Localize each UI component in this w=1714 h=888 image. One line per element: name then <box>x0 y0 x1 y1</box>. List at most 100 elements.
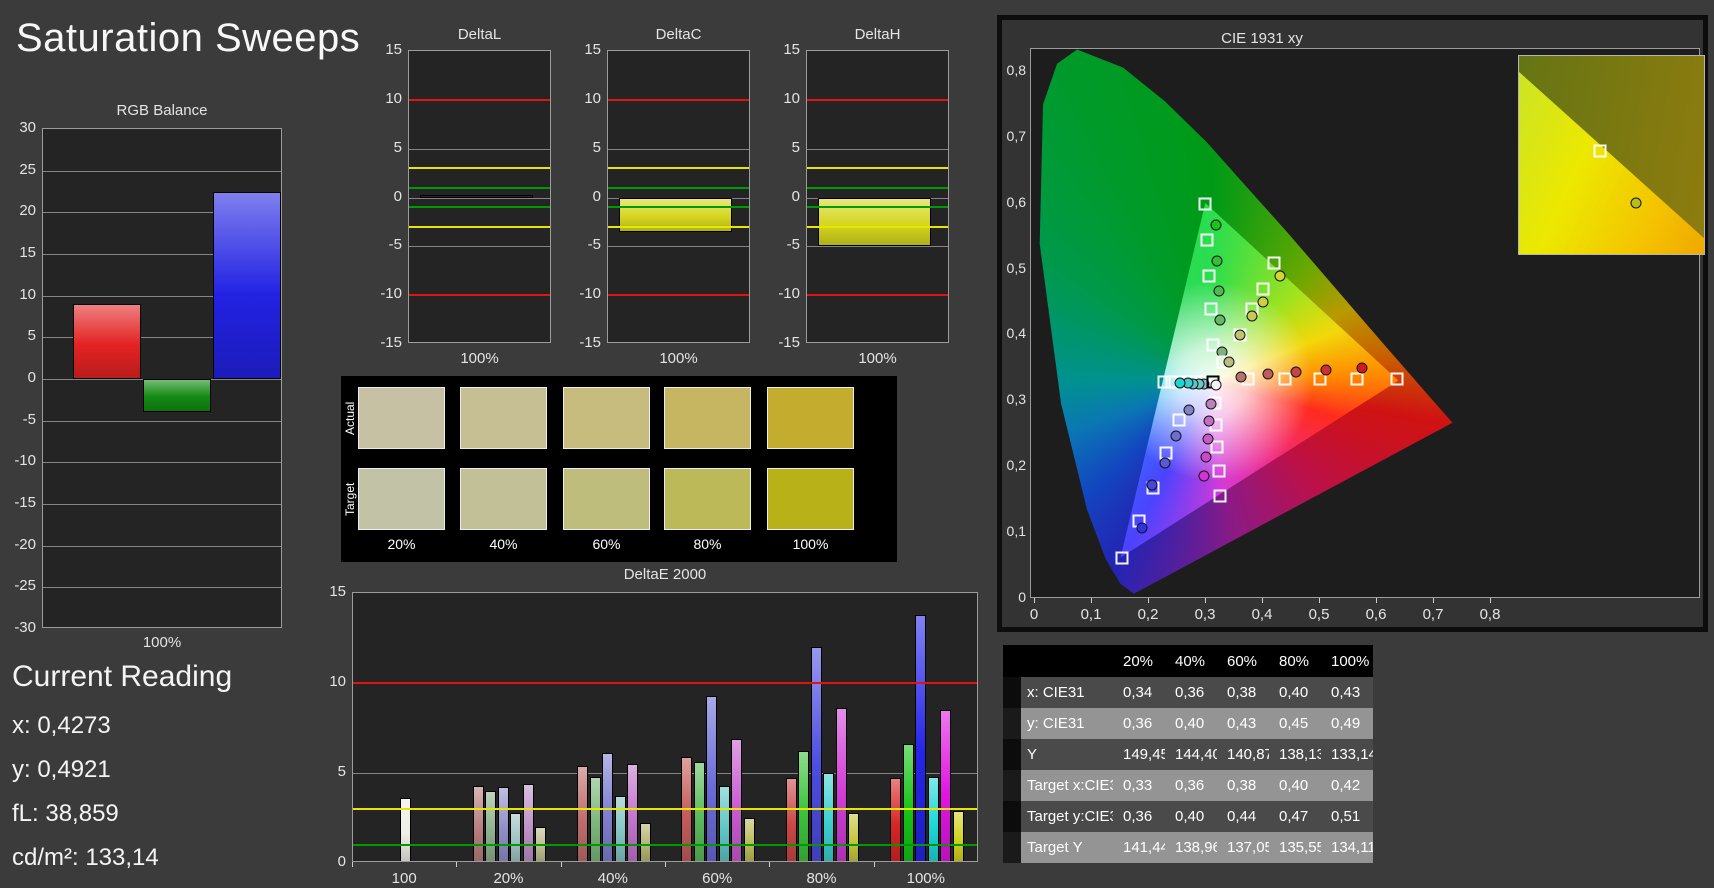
table-row-stub <box>1003 739 1021 770</box>
limit-line-#e01414 <box>608 294 749 297</box>
y-tick-label: -25 <box>14 577 36 595</box>
x-tick <box>1490 598 1491 603</box>
x-tick <box>873 862 875 867</box>
target-marker-red <box>1390 372 1404 386</box>
x-tick <box>769 862 771 867</box>
measured-marker-magenta <box>1205 398 1217 410</box>
table-row: Target x:CIE310,330,360,380,400,42 <box>1003 770 1373 801</box>
table-value-cell: 144,40 <box>1165 739 1217 770</box>
cie-y-tick-label: 0,6 <box>1006 193 1026 210</box>
delta_h-bar <box>818 197 931 247</box>
x-tick <box>1205 598 1206 603</box>
table-value-cell: 0,43 <box>1321 677 1373 708</box>
x-tick <box>665 862 666 867</box>
y-tick-label: -5 <box>587 236 601 254</box>
limit-line-#e01414 <box>409 294 550 297</box>
measured-marker-green <box>1211 255 1223 267</box>
delta_l-title: DeltaL <box>457 26 502 43</box>
cie-y-tick-label: 0,7 <box>1006 127 1026 144</box>
y-tick-label: 20 <box>19 202 36 220</box>
measured-marker-red <box>1290 366 1302 378</box>
table-value-cell: 0,51 <box>1321 801 1373 832</box>
app: Saturation Sweeps RGB Balance 30 25 20 15 10 5… <box>0 0 1714 888</box>
y-tick-label: -5 <box>22 410 36 428</box>
page-title: Saturation Sweeps <box>16 16 361 60</box>
table-row: Target Y 141,44 138,96 137,05 135,55 134,11 <box>1003 832 1373 863</box>
delta_c-plot <box>607 50 750 343</box>
y-tick-label: -20 <box>14 535 36 553</box>
measured-marker-magenta <box>1200 451 1212 463</box>
table-row-stub <box>1003 708 1021 739</box>
y-tick-label: -10 <box>14 452 36 470</box>
table-value-cell: 0,45 <box>1269 708 1321 739</box>
delta_c-x-label: 100% <box>659 350 698 367</box>
measured-marker-red <box>1262 368 1274 380</box>
table-row-label: y: CIE31 <box>1021 708 1113 739</box>
gridline <box>43 545 281 547</box>
measured-marker-green <box>1213 285 1225 297</box>
rgb-bar-blue <box>213 191 281 379</box>
delta_h-plot <box>806 50 949 343</box>
rgb-x-label: 100% <box>142 634 182 651</box>
current-reading-x: x: 0,4273 <box>12 712 111 739</box>
table-row-label: Target Y <box>1021 832 1113 863</box>
swatch-row-label: Target <box>343 482 357 516</box>
limit-line-#e01414 <box>807 98 948 101</box>
table-header-stub <box>1003 645 1021 677</box>
delta_h-title: DeltaH <box>854 26 901 43</box>
target-marker-magenta <box>1210 440 1224 454</box>
x-tick <box>1091 598 1092 603</box>
table-value-cell: 135,55 <box>1269 832 1321 863</box>
y-tick-label: -5 <box>388 236 402 254</box>
y-tick-label: 0 <box>27 369 36 386</box>
table-header-cell: 40% <box>1165 645 1217 677</box>
delta-e-bar <box>497 787 509 861</box>
x-tick <box>1319 598 1320 603</box>
cie-1931-panel: CIE 1931 xy 0 0,1 0,2 0,3 0,4 0,5 0,6 0,7 0,8 0 0,1… <box>997 15 1708 632</box>
delta-e-bar <box>915 614 927 861</box>
cie-x-tick-label: 0,8 <box>1479 606 1501 623</box>
delta-e-title: DeltaE 2000 <box>623 566 707 583</box>
delta-e-bar <box>614 796 626 861</box>
limit-line-#009b00 <box>807 206 948 209</box>
table-row-label: x: CIE31 <box>1021 677 1113 708</box>
table-value-cell: 0,49 <box>1321 708 1373 739</box>
measured-marker-magenta <box>1202 433 1214 445</box>
table-value-cell: 0,36 <box>1113 708 1165 739</box>
delta-e-group-label: 20% <box>493 870 524 887</box>
target-marker-green <box>1200 233 1214 247</box>
delta-e-group-label: 100% <box>906 870 945 887</box>
gridline <box>409 148 550 150</box>
delta-e-bar <box>485 791 497 861</box>
cie-x-tick-label: 0 <box>1029 606 1039 623</box>
delta-e-bar <box>743 818 755 861</box>
delta_l-x-label: 100% <box>460 350 499 367</box>
cie-zoom-inset <box>1518 55 1705 255</box>
delta-e-group-label: 40% <box>597 870 628 887</box>
measured-marker-blue <box>1159 457 1171 469</box>
limit-line-#e6e600 <box>409 225 550 228</box>
limit-line-#e01414 <box>608 98 749 101</box>
delta-e-bar <box>940 710 952 861</box>
table-value-cell: 0,40 <box>1165 801 1217 832</box>
inset-target-marker <box>1593 144 1607 158</box>
gridline <box>353 773 977 774</box>
table-row: Y 149,45 144,40 140,87 138,13 133,14 <box>1003 739 1373 770</box>
measured-marker-blue <box>1183 404 1195 416</box>
table-value-cell: 0,36 <box>1165 677 1217 708</box>
delta-e-bar <box>927 776 939 861</box>
limit-line-#009b00 <box>409 186 550 189</box>
measured-marker-green <box>1210 219 1222 231</box>
cie-x-tick-label: 0,5 <box>1308 606 1330 623</box>
y-tick-label: 5 <box>393 138 402 156</box>
inset-measured-marker <box>1630 197 1642 209</box>
table-value-cell: 134,11 <box>1321 832 1373 863</box>
delta-e-bar <box>890 778 902 861</box>
y-tick-label: -15 <box>14 494 36 511</box>
table-value-cell: 0,47 <box>1269 801 1321 832</box>
cie-x-tick-label: 0,6 <box>1365 606 1387 623</box>
limit-line-#e01414 <box>353 682 977 684</box>
limit-line-#e6e600 <box>807 167 948 170</box>
measured-marker-blue <box>1136 522 1148 534</box>
y-tick-label: -30 <box>14 619 36 636</box>
